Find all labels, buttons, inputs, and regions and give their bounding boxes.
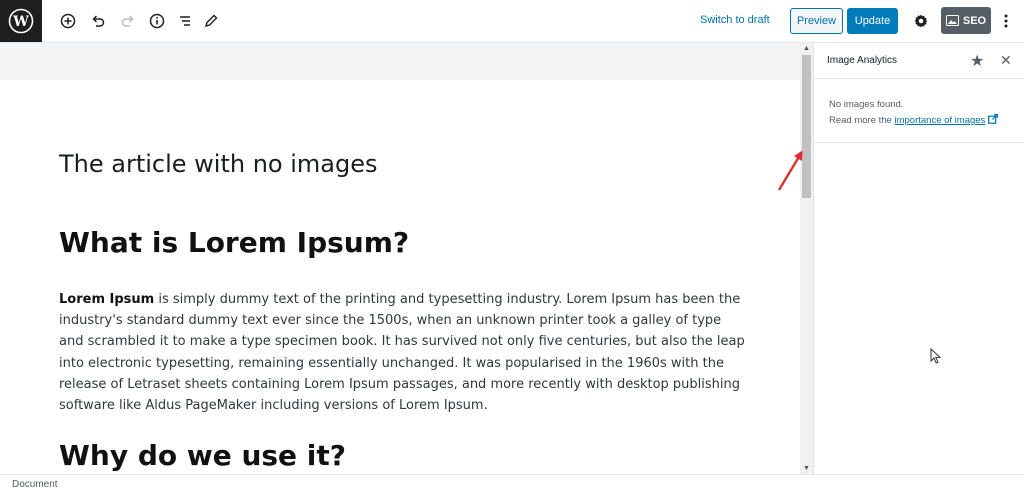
sidebar-header: Image Analytics ★ ✕ [814,43,1024,79]
outline-icon[interactable] [175,11,195,31]
lorem-paragraph[interactable]: Lorem Ipsum is simply dummy text of the … [59,289,749,416]
post-title[interactable]: The article with no images [59,150,378,178]
annotation-arrow-icon [777,150,803,191]
settings-gear-icon[interactable] [911,11,931,31]
importance-of-images-link[interactable]: importance of images [894,115,985,126]
seo-icon [945,15,959,26]
editor-top-band [0,43,800,80]
settings-sidebar: Image Analytics ★ ✕ No images found. Rea… [813,43,1024,474]
no-images-text: No images found. [829,99,904,110]
read-more-prefix: Read more the [829,115,895,126]
seo-button[interactable]: SEO [941,7,991,34]
wordpress-logo[interactable]: W [0,0,42,42]
close-icon[interactable]: ✕ [1000,52,1012,69]
redo-icon[interactable] [118,11,138,31]
paragraph-text: is simply dummy text of the printing and… [59,292,745,414]
undo-icon[interactable] [88,11,108,31]
edit-icon[interactable] [201,11,221,31]
editor-header: W Switch to draft Preview Update SEO [0,0,1024,43]
block-breadcrumb-bar: Document [0,474,1024,493]
more-options-icon[interactable] [996,11,1016,31]
star-icon[interactable]: ★ [970,51,984,71]
editor-canvas: The article with no images What is Lorem… [0,43,813,474]
breadcrumb-document[interactable]: Document [12,479,58,490]
read-more-line: Read more the importance of images [829,113,1024,129]
switch-to-draft-link[interactable]: Switch to draft [700,14,770,26]
add-block-icon[interactable] [58,11,78,31]
editor-scrollbar[interactable]: ▲ ▼ [800,43,813,474]
heading-why-use-it[interactable]: Why do we use it? [59,439,346,472]
scroll-up-arrow-icon[interactable]: ▲ [803,45,810,52]
preview-button[interactable]: Preview [790,8,843,34]
paragraph-bold-text: Lorem Ipsum [59,292,155,307]
mouse-cursor-icon [930,348,941,364]
heading-what-is-lorem[interactable]: What is Lorem Ipsum? [59,226,409,259]
info-icon[interactable] [147,11,167,31]
scroll-down-arrow-icon[interactable]: ▼ [803,465,810,472]
svg-text:W: W [12,14,29,30]
seo-label: SEO [962,14,987,27]
sidebar-title: Image Analytics [827,55,898,66]
update-button[interactable]: Update [847,8,898,34]
image-analytics-panel: No images found. Read more the importanc… [814,80,1024,143]
external-link-icon[interactable] [988,114,999,124]
